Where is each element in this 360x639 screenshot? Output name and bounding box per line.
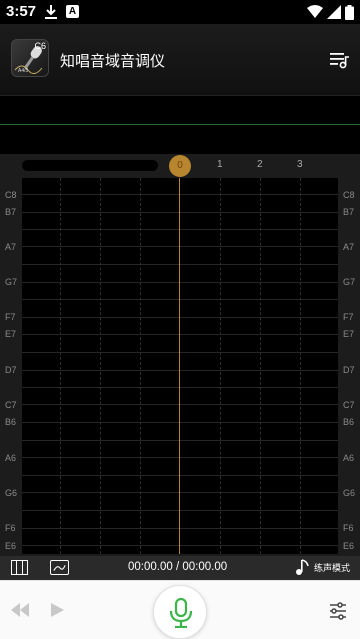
note-label: F7 — [343, 312, 354, 322]
note-label: B7 — [343, 207, 355, 217]
note-label: C7 — [5, 400, 17, 410]
note-label: B6 — [343, 417, 355, 427]
pitch-grid[interactable] — [22, 178, 338, 554]
notification-icon: A — [66, 5, 79, 18]
note-label: C8 — [343, 190, 355, 200]
play-icon[interactable] — [51, 603, 64, 617]
pitch-grid-area: C8 B7 A7 G7 F7 E7 D7 C7 B6 A6 G6 F6 E6 C… — [0, 178, 360, 556]
pitch-reference-line — [0, 124, 360, 125]
note-label: A6 — [5, 453, 17, 463]
note-label: D7 — [343, 365, 355, 375]
pitch-display — [0, 96, 360, 154]
timeline-tick: 1 — [217, 159, 223, 170]
download-icon — [45, 5, 57, 19]
playlist-menu-icon[interactable] — [328, 48, 350, 70]
adjust-settings-icon[interactable] — [329, 602, 347, 620]
note-label: E7 — [5, 329, 17, 339]
timeline-bar[interactable]: 0 1 2 3 — [0, 154, 360, 178]
note-label: C7 — [343, 400, 355, 410]
practice-mode-label: 练声模式 — [313, 562, 350, 573]
practice-mode-button[interactable]: 练声模式 — [295, 558, 350, 576]
logo-sub-text: A4/5 — [18, 68, 29, 74]
music-note-icon — [295, 559, 309, 575]
note-label: F6 — [343, 523, 354, 533]
note-label: G7 — [343, 277, 356, 287]
note-label: B6 — [5, 417, 17, 427]
timeline-tick: 2 — [257, 159, 263, 170]
note-label: C8 — [5, 190, 17, 200]
playhead-line — [179, 178, 180, 554]
record-button[interactable] — [153, 585, 207, 639]
app-header: C6 A4/5 知唱音域音调仪 — [0, 24, 360, 96]
status-icons — [307, 4, 354, 20]
app-logo: C6 A4/5 — [11, 39, 49, 77]
status-time: 3:57 — [6, 3, 37, 20]
battery-icon — [345, 4, 354, 20]
note-label: E7 — [343, 329, 355, 339]
note-label: D7 — [5, 365, 17, 375]
wifi-icon — [307, 5, 323, 18]
playhead-knob[interactable]: 0 — [169, 155, 191, 177]
app-title: 知唱音域音调仪 — [60, 53, 166, 70]
note-label: A7 — [5, 242, 17, 252]
note-label: E6 — [343, 541, 355, 551]
note-label: F6 — [5, 523, 16, 533]
note-label: A7 — [343, 242, 355, 252]
status-bar: 3:57 A — [0, 0, 360, 24]
note-label: A6 — [343, 453, 355, 463]
note-label: G6 — [5, 488, 18, 498]
logo-c6-text: C6 — [34, 41, 46, 51]
progress-track[interactable] — [22, 160, 158, 171]
playback-control-bar: 00:00.00 / 00:00.00 练声模式 — [0, 556, 360, 580]
bottom-toolbar — [0, 580, 360, 639]
note-label: G6 — [343, 488, 356, 498]
signal-icon — [327, 5, 341, 19]
rewind-icon[interactable] — [11, 603, 29, 617]
note-label: E6 — [5, 541, 17, 551]
time-display: 00:00.00 / 00:00.00 — [128, 561, 228, 573]
note-label: B7 — [5, 207, 17, 217]
note-label: F7 — [5, 312, 16, 322]
microphone-icon — [169, 598, 193, 628]
timeline-tick: 3 — [297, 159, 303, 170]
note-label: G7 — [5, 277, 18, 287]
pitch-chart-icon[interactable] — [50, 560, 69, 575]
piano-icon[interactable] — [11, 560, 28, 575]
